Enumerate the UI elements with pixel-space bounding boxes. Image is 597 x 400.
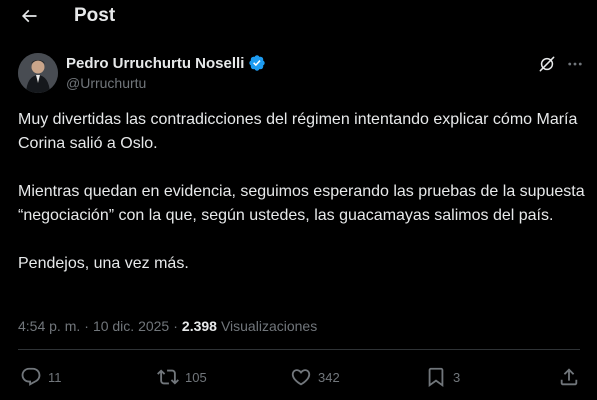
tweet-text: Muy divertidas las contradicciones del r…: [18, 108, 588, 276]
meta-separator: ·: [173, 318, 178, 334]
post-time[interactable]: 4:54 p. m.: [18, 317, 80, 335]
post-date[interactable]: 10 dic. 2025: [93, 317, 169, 335]
page-title: Post: [74, 5, 116, 26]
avatar[interactable]: [18, 53, 58, 93]
bookmark-icon: [428, 367, 444, 388]
action-bar: 11 105 342 3: [0, 364, 597, 390]
post-meta: 4:54 p. m. · 10 dic. 2025 · 2.398 Visual…: [18, 317, 317, 335]
bookmark-count: 3: [453, 369, 461, 385]
meta-separator: ·: [84, 318, 89, 334]
grok-button[interactable]: [536, 53, 558, 75]
share-button[interactable]: [558, 364, 580, 390]
more-dots-icon: [568, 62, 582, 66]
share-icon: [560, 368, 578, 386]
grok-icon: [539, 56, 555, 72]
views-count: 2.398: [181, 318, 217, 334]
post-page: Post Pedro Urruchurtu Noselli @Urruchurt…: [0, 0, 597, 400]
reply-button[interactable]: 11: [20, 364, 62, 390]
repost-icon: [157, 369, 179, 385]
avatar-image: [18, 53, 58, 93]
post-header: Post: [0, 0, 597, 34]
verified-badge-icon[interactable]: [248, 54, 266, 72]
arrow-left-icon: [21, 9, 37, 23]
back-button[interactable]: [12, 2, 46, 30]
tweet-paragraph: Muy divertidas las contradicciones del r…: [18, 111, 578, 152]
repost-count: 105: [185, 369, 207, 385]
author-name-row: Pedro Urruchurtu Noselli: [66, 53, 266, 73]
repost-button[interactable]: 105: [157, 364, 207, 390]
author-name[interactable]: Pedro Urruchurtu Noselli: [66, 55, 244, 72]
reply-count: 11: [48, 369, 62, 385]
reply-icon: [21, 367, 41, 386]
author-handle[interactable]: @Urruchurtu: [66, 75, 146, 91]
views-label: Visualizaciones: [220, 318, 318, 334]
bookmark-button[interactable]: 3: [425, 364, 460, 390]
like-count: 342: [318, 369, 340, 385]
tweet-paragraph: Mientras quedan en evidencia, seguimos e…: [18, 183, 585, 224]
heart-icon: [291, 369, 311, 386]
more-button[interactable]: [564, 53, 586, 75]
like-button[interactable]: 342: [290, 364, 340, 390]
tweet-paragraph: Pendejos, una vez más.: [18, 255, 189, 272]
divider: [18, 349, 580, 350]
